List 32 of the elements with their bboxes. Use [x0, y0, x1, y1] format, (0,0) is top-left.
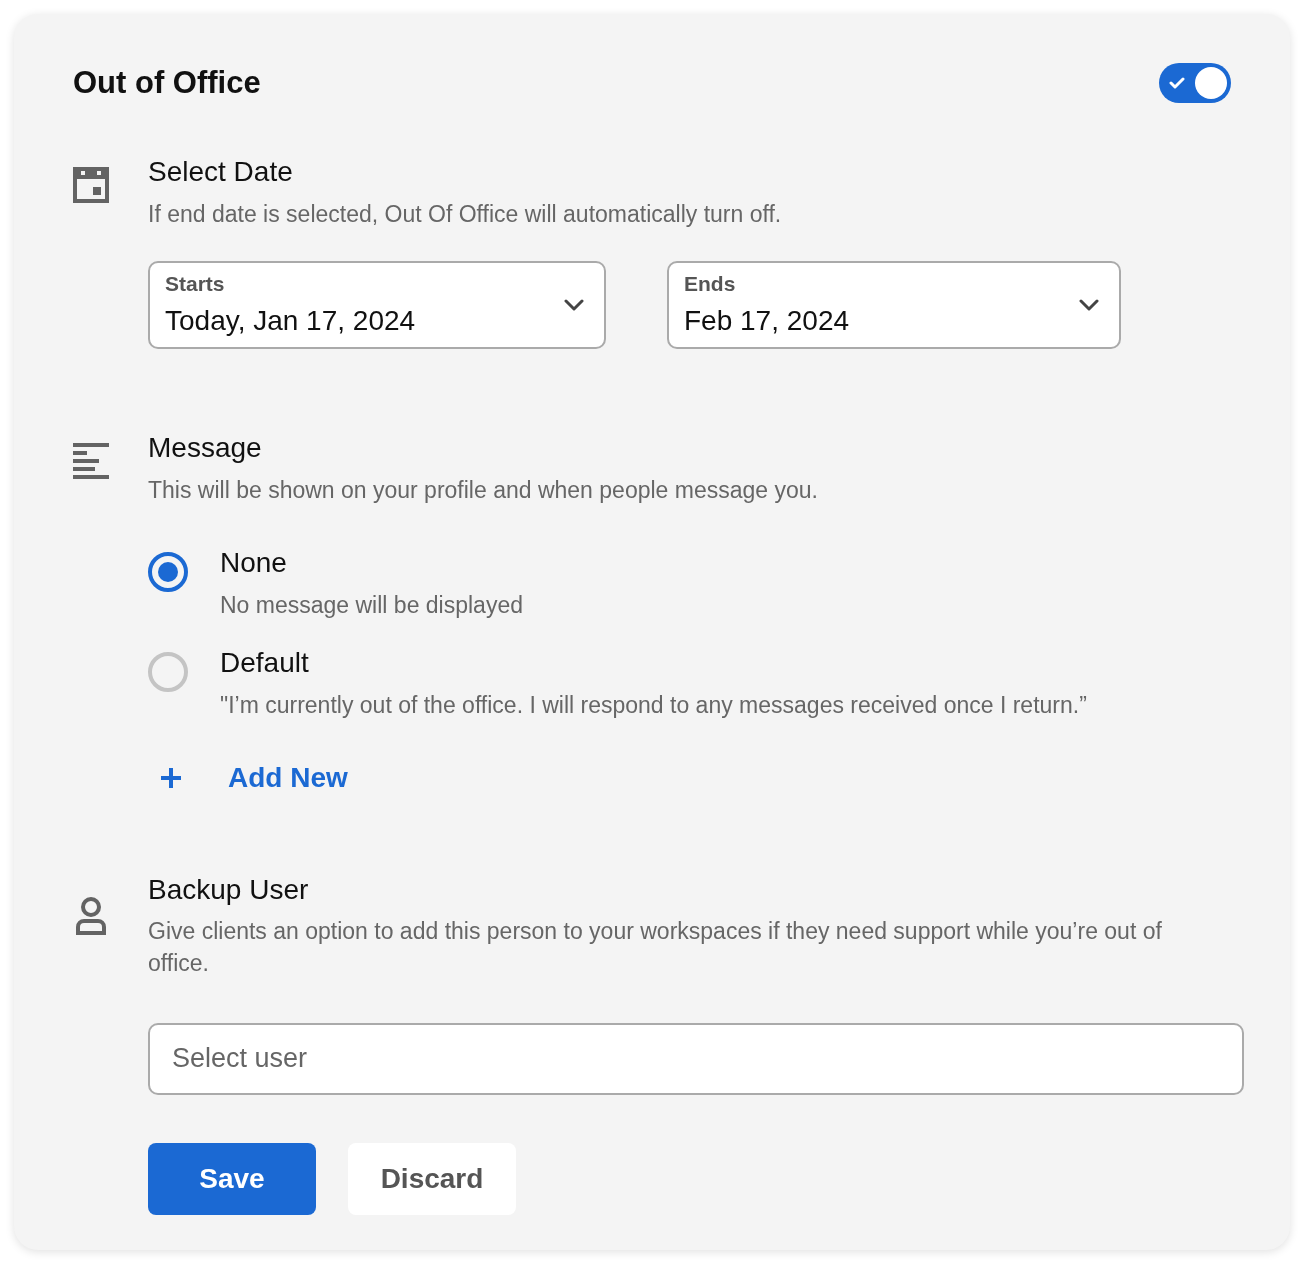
page-title: Out of Office — [73, 64, 261, 102]
save-button[interactable]: Save — [148, 1142, 316, 1215]
field-label: Ends — [684, 271, 737, 298]
chevron-down-icon — [564, 299, 584, 311]
plus-icon — [160, 766, 182, 789]
section-description: Give clients an option to add this person to your workspaces if they need support while you’re out of office. — [148, 916, 1163, 978]
option-description: No message will be displayed — [220, 590, 523, 620]
date-dropdown[interactable]: Ends Feb 17, 2024 — [667, 261, 1121, 349]
calendar-icon — [73, 166, 109, 203]
radio-button[interactable] — [148, 652, 188, 692]
check-icon — [1169, 77, 1185, 90]
section-title: Select Date — [148, 154, 294, 189]
section-description: This will be shown on your profile and when people message you. — [148, 476, 819, 505]
field-value: Today, Jan 17, 2024 — [165, 303, 416, 338]
user-select-field[interactable]: Select user — [148, 1022, 1244, 1095]
text-lines-icon — [73, 443, 109, 479]
date-dropdown[interactable]: Starts Today, Jan 17, 2024 — [148, 261, 606, 349]
add-new-link[interactable]: Add New — [148, 756, 348, 799]
chevron-down-icon — [1079, 299, 1099, 311]
field-value: Feb 17, 2024 — [684, 303, 850, 338]
discard-button[interactable]: Discard — [348, 1142, 516, 1215]
section-title: Message — [148, 431, 263, 465]
toggle-knob — [1195, 67, 1227, 100]
field-label: Starts — [165, 271, 226, 298]
option-label: Default — [220, 646, 310, 680]
radio-button[interactable] — [148, 551, 188, 592]
toggle-switch[interactable] — [1159, 63, 1231, 104]
section-description: If end date is selected, Out Of Office will automatically turn off. — [148, 199, 783, 229]
person-icon — [76, 896, 106, 935]
option-description: "I’m currently out of the office. I will respond to any messages received once I return.” — [220, 691, 1087, 720]
option-label: None — [220, 545, 288, 580]
section-title: Backup User — [148, 872, 310, 907]
